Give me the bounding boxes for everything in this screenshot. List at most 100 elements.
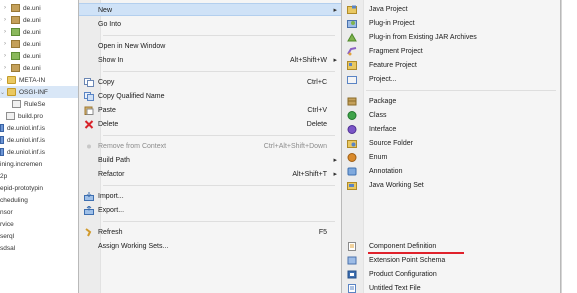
menu-separator: [103, 135, 335, 136]
menu-separator: [103, 35, 335, 36]
package-icon: [11, 4, 20, 12]
plugin-icon: [0, 148, 4, 156]
tree-item-selected[interactable]: ⌄ OSGI-INF: [0, 86, 78, 98]
expand-arrow-icon[interactable]: ›: [4, 5, 11, 11]
submenu-item-java-working-set[interactable]: Java Working Set: [342, 179, 559, 192]
tree-item[interactable]: serql: [0, 230, 14, 242]
expand-arrow-icon[interactable]: ›: [4, 29, 11, 35]
menu-item-paste[interactable]: Paste Ctrl+V: [79, 104, 341, 117]
tree-item[interactable]: 2p: [0, 170, 7, 182]
expand-arrow-icon[interactable]: ›: [4, 41, 11, 47]
fragment-project-icon: [347, 47, 357, 56]
submenu-item-source-folder[interactable]: Source Folder: [342, 137, 559, 150]
tree-item[interactable]: cheduling: [0, 194, 28, 206]
submenu-item-label: Interface: [369, 126, 397, 133]
menu-item-show-in[interactable]: Show In Alt+Shift+W ▸: [79, 54, 341, 67]
working-set-icon: [347, 181, 357, 190]
submenu-item-product-configuration[interactable]: Product Configuration: [342, 268, 559, 281]
tree-item[interactable]: › de.uni: [4, 14, 41, 26]
tree-item-label: de.uni: [23, 64, 41, 72]
tree-item[interactable]: sdsal: [0, 242, 15, 254]
menu-item-go-into[interactable]: Go Into: [79, 18, 341, 31]
tree-item[interactable]: build.pro: [6, 110, 43, 122]
tree-item-label: de.uni: [23, 28, 41, 36]
submenu-arrow-icon: ▸: [333, 157, 337, 164]
expand-arrow-icon[interactable]: ›: [4, 65, 11, 71]
submenu-item-plug-in-project[interactable]: Plug-in Project: [342, 17, 559, 30]
tree-item[interactable]: › de.uni: [4, 50, 41, 62]
editor-edge: [561, 0, 577, 293]
tree-item[interactable]: RuleSe: [12, 98, 45, 110]
tree-item-label: epid-prototypin: [0, 184, 43, 192]
menu-item-label: Refactor: [98, 171, 125, 178]
tree-item[interactable]: › de.uni: [4, 26, 41, 38]
text-file-icon: [347, 284, 357, 293]
project-icon: [347, 75, 357, 84]
submenu-item-enum[interactable]: Enum: [342, 151, 559, 164]
tree-item[interactable]: de.uniol.inf.is: [0, 134, 45, 146]
menu-item-refresh[interactable]: Refresh F5: [79, 226, 341, 239]
plugin-jar-icon: [347, 32, 357, 42]
expand-arrow-icon[interactable]: ›: [4, 17, 11, 23]
feature-project-icon: [347, 61, 357, 70]
expand-arrow-icon[interactable]: ›: [4, 53, 11, 59]
tree-item[interactable]: rvice: [0, 218, 14, 230]
submenu-arrow-icon: ▸: [333, 7, 337, 14]
tree-item[interactable]: epid-prototypin: [0, 182, 43, 194]
submenu-item-extension-point-schema[interactable]: Extension Point Schema: [342, 254, 559, 267]
submenu-item-untitled-text-file[interactable]: Untitled Text File: [342, 282, 559, 293]
submenu-item-label: Plug-in from Existing JAR Archives: [369, 34, 477, 41]
menu-item-shortcut: Ctrl+Alt+Shift+Down: [263, 143, 327, 150]
package-icon: [11, 28, 20, 36]
tree-item[interactable]: › de.uni: [4, 38, 41, 50]
collapse-arrow-icon[interactable]: ⌄: [0, 89, 7, 96]
menu-item-delete[interactable]: Delete Delete: [79, 118, 341, 131]
submenu-item-project[interactable]: Project...: [342, 73, 559, 86]
class-icon: [347, 111, 357, 120]
extension-point-schema-icon: [347, 256, 357, 265]
submenu-item-package[interactable]: Package: [342, 95, 559, 108]
menu-item-new[interactable]: New ▸: [79, 3, 341, 16]
tree-item[interactable]: › de.uni: [4, 62, 41, 74]
menu-item-shortcut: Delete: [306, 121, 327, 128]
submenu-item-feature-project[interactable]: Feature Project: [342, 59, 559, 72]
paste-icon: [84, 106, 94, 115]
tree-item[interactable]: de.uniol.inf.is: [0, 146, 45, 158]
submenu-arrow-icon: ▸: [333, 57, 337, 64]
menu-item-build-path[interactable]: Build Path ▸: [79, 154, 341, 167]
tree-item-label: build.pro: [18, 112, 43, 120]
submenu-item-class[interactable]: Class: [342, 109, 559, 122]
menu-item-export[interactable]: Export...: [79, 204, 341, 217]
submenu-item-java-project[interactable]: Java Project: [342, 3, 559, 16]
menu-item-label: Show In: [98, 57, 124, 64]
tree-item[interactable]: de.uniol.inf.is: [0, 122, 45, 134]
tree-item[interactable]: nsor: [0, 206, 13, 218]
red-underline-annotation: [368, 252, 464, 254]
submenu-item-label: Java Working Set: [369, 182, 424, 189]
menu-item-label: New: [98, 7, 113, 14]
menu-item-remove-from-context[interactable]: Remove from Context Ctrl+Alt+Shift+Down: [79, 140, 341, 153]
submenu-item-label: Untitled Text File: [369, 285, 421, 292]
menu-item-copy[interactable]: Copy Ctrl+C: [79, 76, 341, 89]
submenu-item-plug-in-from-jar[interactable]: Plug-in from Existing JAR Archives: [342, 31, 559, 44]
tree-item[interactable]: › de.uni: [4, 2, 41, 14]
submenu-item-label: Enum: [369, 154, 388, 161]
submenu-item-annotation[interactable]: Annotation: [342, 165, 559, 178]
menu-item-label: Delete: [98, 121, 119, 128]
source-folder-icon: [347, 139, 357, 148]
menu-item-import[interactable]: Import...: [79, 190, 341, 203]
menu-item-refactor[interactable]: Refactor Alt+Shift+T ▸: [79, 168, 341, 181]
menu-item-copy-qualified-name[interactable]: Copy Qualified Name: [79, 90, 341, 103]
menu-separator: [103, 185, 335, 186]
tree-item-label: sdsal: [0, 244, 16, 252]
submenu-item-interface[interactable]: Interface: [342, 123, 559, 136]
expand-arrow-icon[interactable]: ›: [0, 77, 7, 83]
submenu-item-label: Product Configuration: [369, 271, 437, 278]
submenu-item-label: Plug-in Project: [369, 20, 415, 27]
tree-item[interactable]: › META-IN: [0, 74, 45, 86]
tree-item[interactable]: ining.incremen: [0, 158, 42, 170]
menu-item-assign-working-sets[interactable]: Assign Working Sets...: [79, 240, 341, 253]
tree-item-label: OSGI-INF: [19, 88, 48, 96]
submenu-item-fragment-project[interactable]: Fragment Project: [342, 45, 559, 58]
menu-item-open-in-new-window[interactable]: Open in New Window: [79, 40, 341, 53]
